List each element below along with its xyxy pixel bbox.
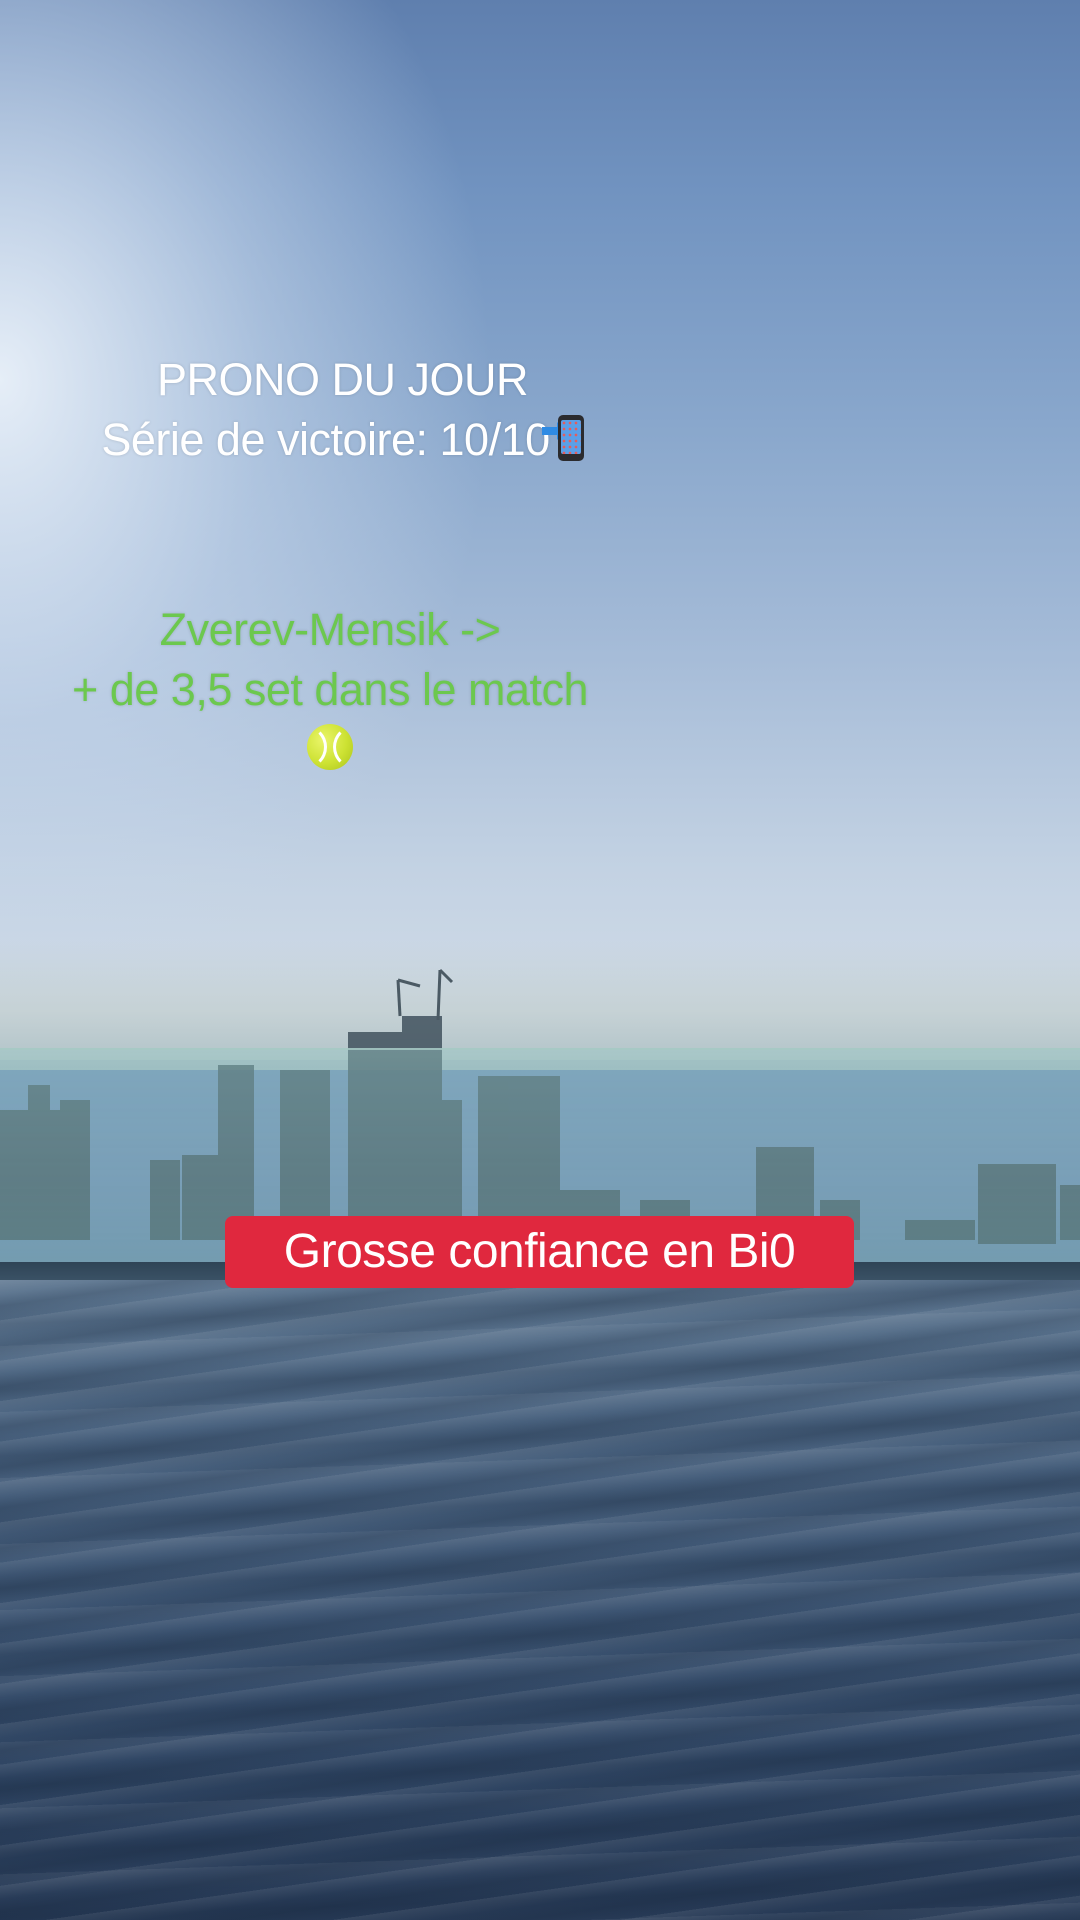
- sky-background: [0, 0, 1080, 1060]
- confidence-badge: Grosse confiance en Bi0: [225, 1216, 854, 1288]
- infinity-pool-water: [0, 1280, 1080, 1920]
- headline-title: PRONO DU JOUR: [156, 354, 529, 405]
- tennis-ball-icon: [307, 724, 353, 770]
- pick-emoji-line: [20, 720, 640, 785]
- pick-bet: + de 3,5 set dans le match: [71, 664, 589, 715]
- pick-match: Zverev-Mensik ->: [159, 604, 501, 655]
- mobile-phone-arrow-icon: [541, 415, 584, 461]
- headline-streak: Série de victoire: 10/10: [30, 410, 655, 470]
- headline-streak-text: Série de victoire: 10/10: [101, 414, 550, 465]
- video-screen: PRONO DU JOUR Série de victoire: 10/10 Z…: [0, 0, 1080, 1920]
- pick-caption: Zverev-Mensik -> + de 3,5 set dans le ma…: [20, 600, 640, 785]
- headline-caption: PRONO DU JOUR Série de victoire: 10/10: [30, 350, 655, 470]
